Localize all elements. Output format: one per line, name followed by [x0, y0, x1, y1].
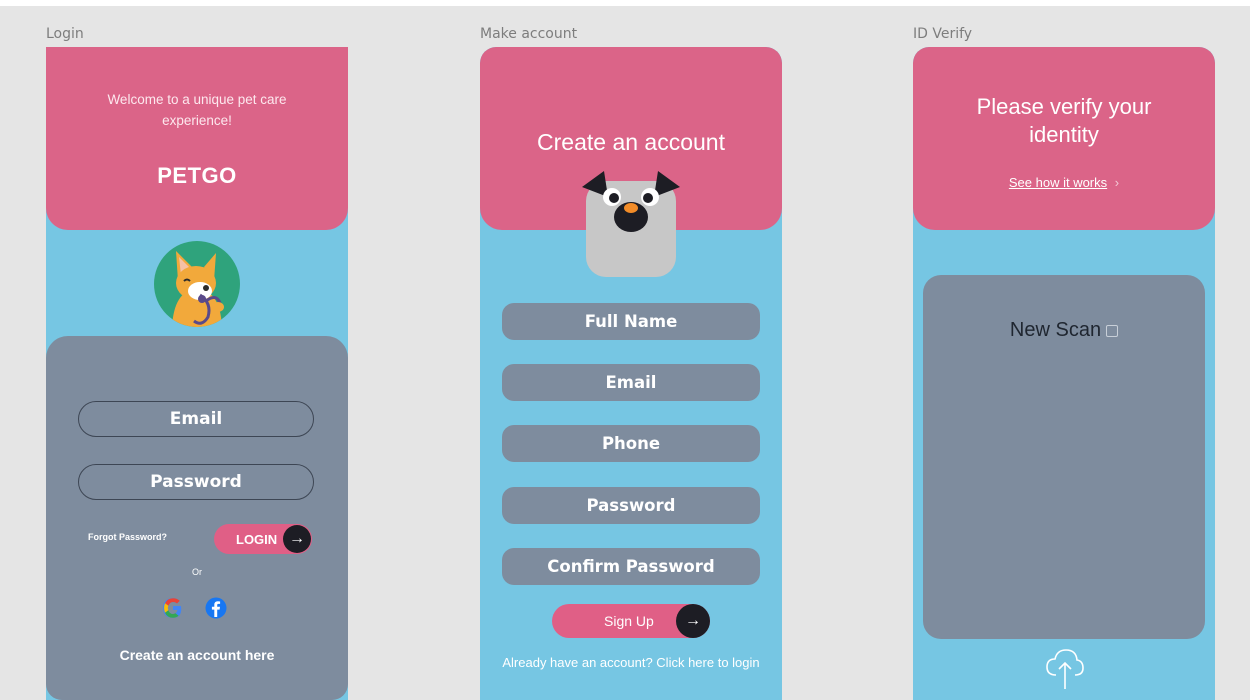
scan-icon: [1106, 324, 1119, 337]
login-button-label: LOGIN: [236, 532, 278, 547]
login-link[interactable]: Already have an account? Click here to l…: [500, 655, 762, 670]
signup-screen: Create an account Full Name Email Phone …: [480, 47, 782, 700]
chevron-right-icon: ›: [1114, 175, 1120, 190]
frame-label-login: Login: [46, 26, 84, 42]
sign-up-button-label: Sign Up: [604, 613, 654, 629]
frame-label-make-account: Make account: [480, 26, 578, 42]
or-separator: Or: [192, 567, 202, 577]
login-button[interactable]: LOGIN →: [214, 524, 312, 554]
signup-password-field[interactable]: Password: [502, 487, 760, 524]
corgi-avatar: [154, 241, 240, 327]
forgot-password-link[interactable]: Forgot Password?: [88, 532, 167, 542]
confirm-password-field[interactable]: Confirm Password: [502, 548, 760, 585]
welcome-text: Welcome to a unique pet care experience!: [107, 92, 287, 128]
new-scan-label: New Scan: [1009, 319, 1102, 341]
see-how-link[interactable]: See how it works ›: [913, 175, 1215, 190]
create-account-link[interactable]: Create an account here: [46, 647, 348, 663]
signup-email-field[interactable]: Email: [502, 364, 760, 401]
signup-title: Create an account: [537, 129, 725, 155]
password-field[interactable]: Password: [78, 464, 314, 500]
verify-screen: Please verify your identity See how it w…: [913, 47, 1215, 700]
login-panel: Email Password Forgot Password? LOGIN → …: [46, 336, 348, 700]
full-name-field[interactable]: Full Name: [502, 303, 760, 340]
cloud-upload-icon[interactable]: [1044, 645, 1086, 691]
arrow-right-icon: →: [676, 604, 710, 638]
new-scan-title[interactable]: New Scan: [923, 319, 1205, 342]
login-header: Welcome to a unique pet care experience!…: [46, 47, 348, 230]
verify-title: Please verify your identity: [976, 94, 1152, 147]
login-screen: Welcome to a unique pet care experience!…: [46, 47, 348, 700]
app-brand: PETGO: [157, 163, 237, 188]
see-how-link-label: See how it works: [1008, 175, 1108, 190]
sign-up-button[interactable]: Sign Up →: [552, 604, 710, 638]
verify-header: Please verify your identity See how it w…: [913, 47, 1215, 230]
frame-label-id-verify: ID Verify: [913, 26, 973, 42]
scan-area[interactable]: New Scan: [923, 275, 1205, 639]
google-icon[interactable]: [161, 596, 185, 620]
canvas-top-bar: [0, 0, 1250, 6]
facebook-icon[interactable]: [204, 596, 228, 620]
pug-mascot: [578, 161, 684, 279]
arrow-right-icon: →: [283, 525, 311, 553]
email-field[interactable]: Email: [78, 401, 314, 437]
phone-field[interactable]: Phone: [502, 425, 760, 462]
